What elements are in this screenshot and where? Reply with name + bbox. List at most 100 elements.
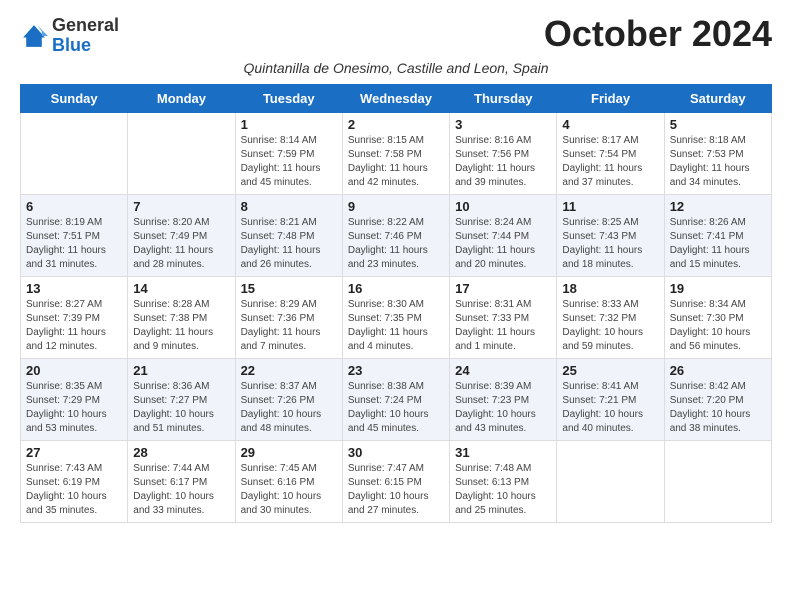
day-info: Sunrise: 8:27 AM Sunset: 7:39 PM Dayligh… [26,298,122,354]
logo-icon [20,22,48,50]
day-info: Sunrise: 8:18 AM Sunset: 7:53 PM Dayligh… [670,134,766,190]
calendar-week-1: 1 Sunrise: 8:14 AM Sunset: 7:59 PM Daylig… [21,112,772,194]
subtitle: Quintanilla de Onesimo, Castille and Leo… [20,60,772,76]
col-monday: Monday [128,84,235,112]
calendar-cell: 13Sunrise: 8:27 AM Sunset: 7:39 PM Dayli… [21,276,128,358]
calendar-cell: 30Sunrise: 7:47 AM Sunset: 6:15 PM Dayli… [342,440,449,522]
day-number: 29 [241,445,337,460]
day-info: Sunrise: 8:36 AM Sunset: 7:27 PM Dayligh… [133,380,229,436]
day-info: Sunrise: 8:38 AM Sunset: 7:24 PM Dayligh… [348,380,444,436]
header-top: General Blue October 2024 [20,16,772,56]
day-number: 14 [133,281,229,296]
calendar-cell: 10 Sunrise: 8:24 AM Sunset: 7:44 PM Dayli… [450,194,557,276]
calendar-week-4: 20 Sunrise: 8:35 AM Sunset: 7:29 PM Dayli… [21,358,772,440]
calendar-cell: 27Sunrise: 7:43 AM Sunset: 6:19 PM Dayli… [21,440,128,522]
day-info: Sunrise: 8:28 AM Sunset: 7:38 PM Dayligh… [133,298,229,354]
calendar-cell: 23Sunrise: 8:38 AM Sunset: 7:24 PM Dayli… [342,358,449,440]
day-number: 10 [455,199,551,214]
day-number: 20 [26,363,122,378]
calendar-cell: 18 Sunrise: 8:33 AM Sunset: 7:32 PM Dayli… [557,276,664,358]
day-number: 31 [455,445,551,460]
calendar-cell: 28Sunrise: 7:44 AM Sunset: 6:17 PM Dayli… [128,440,235,522]
day-number: 8 [241,199,337,214]
page: General Blue October 2024 Quintanilla de… [0,0,792,539]
day-info: Sunrise: 8:37 AM Sunset: 7:26 PM Dayligh… [241,380,337,436]
day-info: Sunrise: 8:30 AM Sunset: 7:35 PM Dayligh… [348,298,444,354]
logo-text: General Blue [52,16,119,56]
day-info: Sunrise: 8:39 AM Sunset: 7:23 PM Dayligh… [455,380,551,436]
calendar-week-3: 13Sunrise: 8:27 AM Sunset: 7:39 PM Dayli… [21,276,772,358]
day-number: 6 [26,199,122,214]
logo-general: General [52,15,119,35]
day-info: Sunrise: 8:15 AM Sunset: 7:58 PM Dayligh… [348,134,444,190]
day-info: Sunrise: 7:44 AM Sunset: 6:17 PM Dayligh… [133,462,229,518]
day-info: Sunrise: 8:16 AM Sunset: 7:56 PM Dayligh… [455,134,551,190]
day-number: 19 [670,281,766,296]
day-number: 11 [562,199,658,214]
day-info: Sunrise: 8:31 AM Sunset: 7:33 PM Dayligh… [455,298,551,354]
calendar-week-5: 27Sunrise: 7:43 AM Sunset: 6:19 PM Dayli… [21,440,772,522]
day-info: Sunrise: 8:20 AM Sunset: 7:49 PM Dayligh… [133,216,229,272]
day-info: Sunrise: 8:35 AM Sunset: 7:29 PM Dayligh… [26,380,122,436]
day-number: 15 [241,281,337,296]
calendar-cell: 6 Sunrise: 8:19 AM Sunset: 7:51 PM Daylig… [21,194,128,276]
calendar-cell: 17Sunrise: 8:31 AM Sunset: 7:33 PM Dayli… [450,276,557,358]
day-number: 26 [670,363,766,378]
calendar-table: Sunday Monday Tuesday Wednesday Thursday… [20,84,772,523]
col-saturday: Saturday [664,84,771,112]
calendar-cell: 4 Sunrise: 8:17 AM Sunset: 7:54 PM Daylig… [557,112,664,194]
day-info: Sunrise: 8:41 AM Sunset: 7:21 PM Dayligh… [562,380,658,436]
col-wednesday: Wednesday [342,84,449,112]
month-title: October 2024 [544,16,772,52]
day-info: Sunrise: 8:22 AM Sunset: 7:46 PM Dayligh… [348,216,444,272]
day-number: 7 [133,199,229,214]
day-number: 21 [133,363,229,378]
calendar-cell: 1 Sunrise: 8:14 AM Sunset: 7:59 PM Daylig… [235,112,342,194]
calendar-cell: 9 Sunrise: 8:22 AM Sunset: 7:46 PM Daylig… [342,194,449,276]
calendar-cell: 11 Sunrise: 8:25 AM Sunset: 7:43 PM Dayli… [557,194,664,276]
day-number: 18 [562,281,658,296]
day-number: 9 [348,199,444,214]
day-number: 24 [455,363,551,378]
calendar-cell: 14 Sunrise: 8:28 AM Sunset: 7:38 PM Dayli… [128,276,235,358]
day-info: Sunrise: 8:19 AM Sunset: 7:51 PM Dayligh… [26,216,122,272]
day-info: Sunrise: 7:48 AM Sunset: 6:13 PM Dayligh… [455,462,551,518]
day-info: Sunrise: 8:33 AM Sunset: 7:32 PM Dayligh… [562,298,658,354]
calendar-cell: 21 Sunrise: 8:36 AM Sunset: 7:27 PM Dayli… [128,358,235,440]
calendar-cell: 16 Sunrise: 8:30 AM Sunset: 7:35 PM Dayli… [342,276,449,358]
logo-blue: Blue [52,35,91,55]
calendar-cell [21,112,128,194]
day-info: Sunrise: 8:14 AM Sunset: 7:59 PM Dayligh… [241,134,337,190]
day-info: Sunrise: 8:26 AM Sunset: 7:41 PM Dayligh… [670,216,766,272]
day-info: Sunrise: 7:43 AM Sunset: 6:19 PM Dayligh… [26,462,122,518]
day-info: Sunrise: 8:17 AM Sunset: 7:54 PM Dayligh… [562,134,658,190]
calendar-cell: 12Sunrise: 8:26 AM Sunset: 7:41 PM Dayli… [664,194,771,276]
calendar-header-row: Sunday Monday Tuesday Wednesday Thursday… [21,84,772,112]
calendar-cell: 5 Sunrise: 8:18 AM Sunset: 7:53 PM Daylig… [664,112,771,194]
col-thursday: Thursday [450,84,557,112]
day-number: 16 [348,281,444,296]
calendar-cell: 15Sunrise: 8:29 AM Sunset: 7:36 PM Dayli… [235,276,342,358]
col-friday: Friday [557,84,664,112]
calendar-week-2: 6 Sunrise: 8:19 AM Sunset: 7:51 PM Daylig… [21,194,772,276]
day-info: Sunrise: 8:21 AM Sunset: 7:48 PM Dayligh… [241,216,337,272]
calendar-cell [557,440,664,522]
day-info: Sunrise: 8:24 AM Sunset: 7:44 PM Dayligh… [455,216,551,272]
calendar-cell: 8 Sunrise: 8:21 AM Sunset: 7:48 PM Daylig… [235,194,342,276]
calendar-cell: 19Sunrise: 8:34 AM Sunset: 7:30 PM Dayli… [664,276,771,358]
day-number: 4 [562,117,658,132]
calendar-cell: 26Sunrise: 8:42 AM Sunset: 7:20 PM Dayli… [664,358,771,440]
day-info: Sunrise: 7:47 AM Sunset: 6:15 PM Dayligh… [348,462,444,518]
day-number: 3 [455,117,551,132]
calendar-cell [664,440,771,522]
day-number: 2 [348,117,444,132]
day-info: Sunrise: 8:25 AM Sunset: 7:43 PM Dayligh… [562,216,658,272]
calendar-cell: 20 Sunrise: 8:35 AM Sunset: 7:29 PM Dayli… [21,358,128,440]
day-number: 25 [562,363,658,378]
day-number: 5 [670,117,766,132]
calendar-cell: 24 Sunrise: 8:39 AM Sunset: 7:23 PM Dayli… [450,358,557,440]
calendar-cell: 7 Sunrise: 8:20 AM Sunset: 7:49 PM Daylig… [128,194,235,276]
calendar-cell [128,112,235,194]
day-number: 1 [241,117,337,132]
calendar-cell: 22Sunrise: 8:37 AM Sunset: 7:26 PM Dayli… [235,358,342,440]
